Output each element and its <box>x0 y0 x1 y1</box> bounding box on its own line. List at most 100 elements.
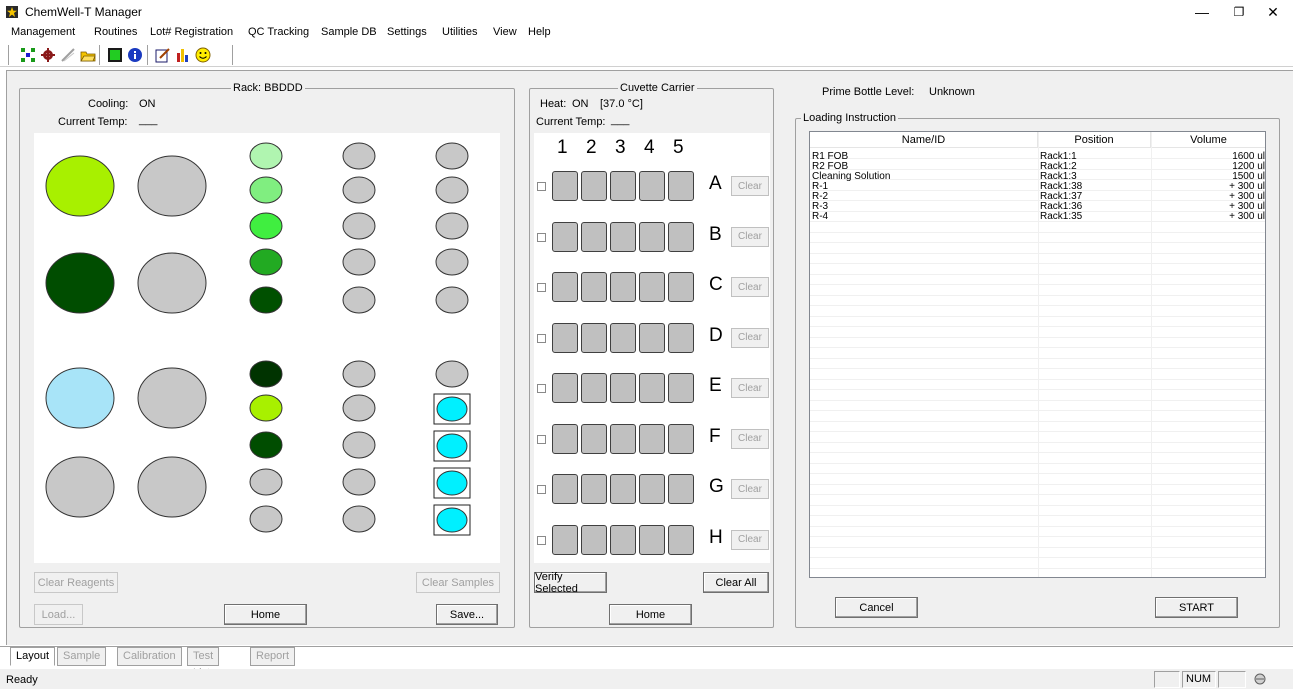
cuvette-row-checkbox[interactable] <box>537 535 546 545</box>
rack-position[interactable] <box>342 142 376 170</box>
cuvette-well[interactable] <box>552 373 578 403</box>
cuvette-well[interactable] <box>639 474 665 504</box>
load-button[interactable]: Load... <box>34 604 83 625</box>
cuvette-well[interactable] <box>639 423 665 454</box>
cuvette-well[interactable] <box>639 221 665 252</box>
reagent-bottle-4[interactable] <box>137 252 207 314</box>
rack-position[interactable] <box>249 286 283 314</box>
rack-position[interactable] <box>249 394 283 422</box>
loading-table[interactable]: Name/ID Position Volume R1 FOB Rack1:1 160… <box>809 131 1266 578</box>
folder-open-icon[interactable] <box>80 47 96 63</box>
cuvette-well[interactable] <box>668 272 694 302</box>
cuvette-well[interactable] <box>610 474 636 504</box>
cuvette-well[interactable] <box>552 272 578 302</box>
cuvette-well[interactable] <box>668 474 694 504</box>
menu-view[interactable]: View <box>493 26 517 38</box>
clear-reagents-button[interactable]: Clear Reagents <box>34 572 118 593</box>
close-button[interactable]: ✕ <box>1258 3 1288 21</box>
column-header-position[interactable]: Position <box>1038 132 1151 148</box>
cuvette-well[interactable] <box>581 524 607 555</box>
reagent-bottle-6[interactable] <box>137 367 207 429</box>
tab-test-list[interactable]: Test List <box>187 647 220 679</box>
cuvette-well[interactable] <box>552 423 578 454</box>
rack-position[interactable] <box>342 394 376 422</box>
column-header-name[interactable]: Name/ID <box>810 132 1038 148</box>
rack-position[interactable] <box>435 142 469 170</box>
cuvette-well[interactable] <box>668 373 694 403</box>
reagent-bottle-8[interactable] <box>137 456 207 518</box>
rack-position[interactable] <box>435 360 469 388</box>
start-button[interactable]: START <box>1155 597 1238 618</box>
cuvette-row-checkbox[interactable] <box>537 434 546 444</box>
cuvette-row-checkbox[interactable] <box>537 384 546 393</box>
rack-position[interactable] <box>249 248 283 276</box>
minimize-button[interactable]: — <box>1187 3 1217 21</box>
cuvette-row-checkbox[interactable] <box>537 232 546 242</box>
rack-position[interactable] <box>342 286 376 314</box>
cuvette-row-clear-button[interactable]: Clear <box>731 378 769 398</box>
reagent-bottle-1[interactable] <box>45 155 115 217</box>
rack-home-button[interactable]: Home <box>224 604 307 625</box>
cuvette-well[interactable] <box>581 474 607 504</box>
rack-position[interactable] <box>435 248 469 276</box>
rack-position[interactable] <box>249 176 283 204</box>
cuvette-well[interactable] <box>581 423 607 454</box>
cuvette-well[interactable] <box>668 524 694 555</box>
rack-position[interactable] <box>342 468 376 496</box>
edit-icon[interactable] <box>155 47 171 63</box>
cuvette-well[interactable] <box>610 373 636 403</box>
rack-position[interactable] <box>436 396 468 422</box>
cuvette-well[interactable] <box>668 171 694 201</box>
restore-button[interactable]: ❐ <box>1224 3 1254 21</box>
save-button[interactable]: Save... <box>436 604 498 625</box>
cuvette-well[interactable] <box>668 221 694 252</box>
rack-position[interactable] <box>342 212 376 240</box>
menu-routines[interactable]: Routines <box>94 26 137 38</box>
cuvette-well[interactable] <box>610 524 636 555</box>
rack-position[interactable] <box>435 212 469 240</box>
cuvette-well[interactable] <box>552 171 578 201</box>
cuvette-well[interactable] <box>610 221 636 252</box>
cuvette-well[interactable] <box>581 272 607 302</box>
layout-icon[interactable] <box>20 47 36 63</box>
cuvette-well[interactable] <box>639 524 665 555</box>
rack-position[interactable] <box>249 505 283 533</box>
cuvette-well[interactable] <box>639 171 665 201</box>
menu-settings[interactable]: Settings <box>387 26 427 38</box>
cuvette-well[interactable] <box>610 272 636 302</box>
cuvette-well[interactable] <box>639 322 665 353</box>
rack-position[interactable] <box>342 431 376 459</box>
tab-report[interactable]: Report <box>250 647 296 666</box>
rack-position[interactable] <box>249 468 283 496</box>
gear-bug-icon[interactable] <box>40 47 56 63</box>
rack-position[interactable] <box>436 433 468 459</box>
cuvette-row-clear-button[interactable]: Clear <box>731 327 769 348</box>
cuvette-well[interactable] <box>668 322 694 353</box>
cuvette-well[interactable] <box>581 221 607 252</box>
cuvette-row-clear-button[interactable]: Clear <box>731 277 769 297</box>
rack-position[interactable] <box>435 286 469 314</box>
column-header-volume[interactable]: Volume <box>1151 132 1265 148</box>
cuvette-row-checkbox[interactable] <box>537 182 546 191</box>
cuvette-row-checkbox[interactable] <box>537 333 546 343</box>
rack-position[interactable] <box>436 507 468 533</box>
menu-qc-tracking[interactable]: QC Tracking <box>248 26 309 38</box>
tab-sample[interactable]: Sample <box>57 647 107 666</box>
cuvette-row-clear-button[interactable]: Clear <box>731 176 769 196</box>
smiley-icon[interactable] <box>195 47 211 63</box>
rack-position[interactable] <box>436 470 468 496</box>
rack-position[interactable] <box>249 142 283 170</box>
cuvette-well[interactable] <box>581 171 607 201</box>
tab-layout[interactable]: Layout <box>10 647 56 666</box>
reagent-bottle-7[interactable] <box>45 456 115 518</box>
cuvette-row-clear-button[interactable]: Clear <box>731 529 769 550</box>
cuvette-row-checkbox[interactable] <box>537 485 546 494</box>
info-icon[interactable] <box>127 47 143 63</box>
cuvette-home-button[interactable]: Home <box>609 604 692 625</box>
menu-sample-db[interactable]: Sample DB <box>321 26 377 38</box>
cancel-button[interactable]: Cancel <box>835 597 918 618</box>
rack-position[interactable] <box>249 431 283 459</box>
cuvette-well[interactable] <box>610 322 636 353</box>
cuvette-well[interactable] <box>639 373 665 403</box>
rack-position[interactable] <box>249 212 283 240</box>
